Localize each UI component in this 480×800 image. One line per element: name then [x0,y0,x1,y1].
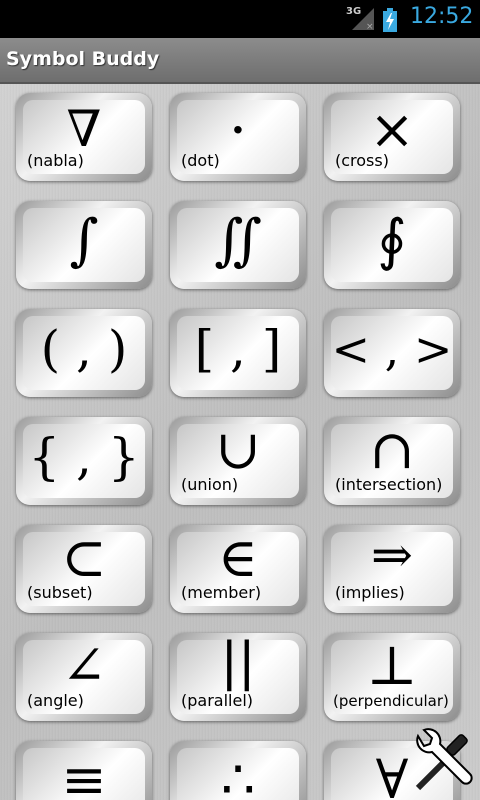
symbol-label: (angle) [27,691,84,710]
symbol-glyph: || [220,632,256,692]
button-face: ∫ [23,208,145,282]
button-face: ∬ [177,208,299,282]
symbol-glyph: ∬ [214,208,262,273]
symbol-button-equivalent[interactable]: ≡ [16,741,152,800]
button-face: ∮ [331,208,453,282]
button-face: ∪ (union) [177,418,299,498]
status-clock: 12:52 [410,4,474,29]
symbol-glyph: ∫ [69,208,99,273]
symbol-glyph: ≡ [61,748,107,800]
symbol-glyph: { , } [28,428,140,486]
symbol-glyph: ⊂ [61,526,107,589]
symbol-button-intersection[interactable]: ∩ (intersection) [324,417,460,505]
button-face: < , > [331,316,453,390]
symbol-glyph: [ , ] [194,320,282,378]
symbol-button-double-integral[interactable]: ∬ [170,201,306,289]
symbol-glyph: ( , ) [40,320,128,378]
wrench-screwdriver-icon[interactable] [408,728,478,798]
signal-icon: × [352,8,374,30]
button-face: ( , ) [23,316,145,390]
symbol-button-therefore[interactable]: ∴ [170,741,306,800]
symbol-glyph: ∴ [220,748,256,800]
symbol-grid: ∇ (nabla) · (dot) × (cross) ∫ ∬ ∮ ( , ) [0,84,480,800]
svg-text:×: × [366,22,374,30]
button-face: || (parallel) [177,632,299,714]
symbol-button-contour-integral[interactable]: ∮ [324,201,460,289]
symbol-glyph: ∇ [66,100,102,158]
symbol-button-brackets[interactable]: [ , ] [170,309,306,397]
symbol-button-cross[interactable]: × (cross) [324,93,460,181]
symbol-glyph: ∠ [61,634,107,697]
symbol-button-member[interactable]: ∈ (member) [170,525,306,613]
symbol-button-angle[interactable]: ∠ (angle) [16,633,152,721]
symbol-label: (implies) [335,583,405,602]
symbol-button-perpendicular[interactable]: ⊥ (perpendicular) [324,633,460,721]
symbol-button-dot[interactable]: · (dot) [170,93,306,181]
symbol-button-integral[interactable]: ∫ [16,201,152,289]
symbol-button-subset[interactable]: ⊂ (subset) [16,525,152,613]
battery-charging-icon [383,8,397,32]
symbol-button-parallel[interactable]: || (parallel) [170,632,306,721]
symbol-glyph: ∮ [377,208,407,273]
symbol-label: (intersection) [335,475,443,494]
symbol-label: (parallel) [181,691,254,710]
button-face: · (dot) [177,96,299,174]
symbol-label: (cross) [335,151,389,170]
symbol-label: (dot) [181,151,220,170]
symbol-label: (perpendicular) [333,692,449,710]
button-face: ∩ (intersection) [331,418,453,498]
symbol-glyph: ⊥ [366,634,418,697]
button-face: ⊂ (subset) [23,526,145,606]
button-face: ∈ (member) [177,526,299,606]
symbol-glyph: ⇒ [371,526,413,584]
status-bar: 3G × 12:52 [0,0,480,38]
symbol-glyph: ∪ [215,418,261,481]
button-face: ⇒ (implies) [331,526,453,606]
app-title: Symbol Buddy [6,48,160,70]
button-face: × (cross) [331,98,453,174]
symbol-glyph: ∩ [369,418,415,481]
action-bar: Symbol Buddy [0,38,480,84]
symbol-label: (nabla) [27,151,84,170]
button-face: { , } [23,424,145,498]
symbol-label: (union) [181,475,239,494]
symbol-glyph: < , > [331,322,453,376]
symbol-button-implies[interactable]: ⇒ (implies) [324,525,460,613]
symbol-label: (subset) [27,583,93,602]
button-face: ≡ [23,748,145,800]
symbol-glyph: ∈ [218,526,258,589]
button-face: [ , ] [177,316,299,390]
symbol-button-parentheses[interactable]: ( , ) [16,309,152,397]
symbol-button-union[interactable]: ∪ (union) [170,417,306,505]
symbol-button-angle-brackets[interactable]: < , > [324,309,460,397]
symbol-button-braces[interactable]: { , } [16,417,152,505]
button-face: ⊥ (perpendicular) [331,634,453,714]
symbol-label: (member) [181,583,262,602]
symbol-button-nabla[interactable]: ∇ (nabla) [16,93,152,181]
button-face: ∇ (nabla) [23,100,145,174]
button-face: ∠ (angle) [23,634,145,714]
button-face: ∴ [177,748,299,800]
